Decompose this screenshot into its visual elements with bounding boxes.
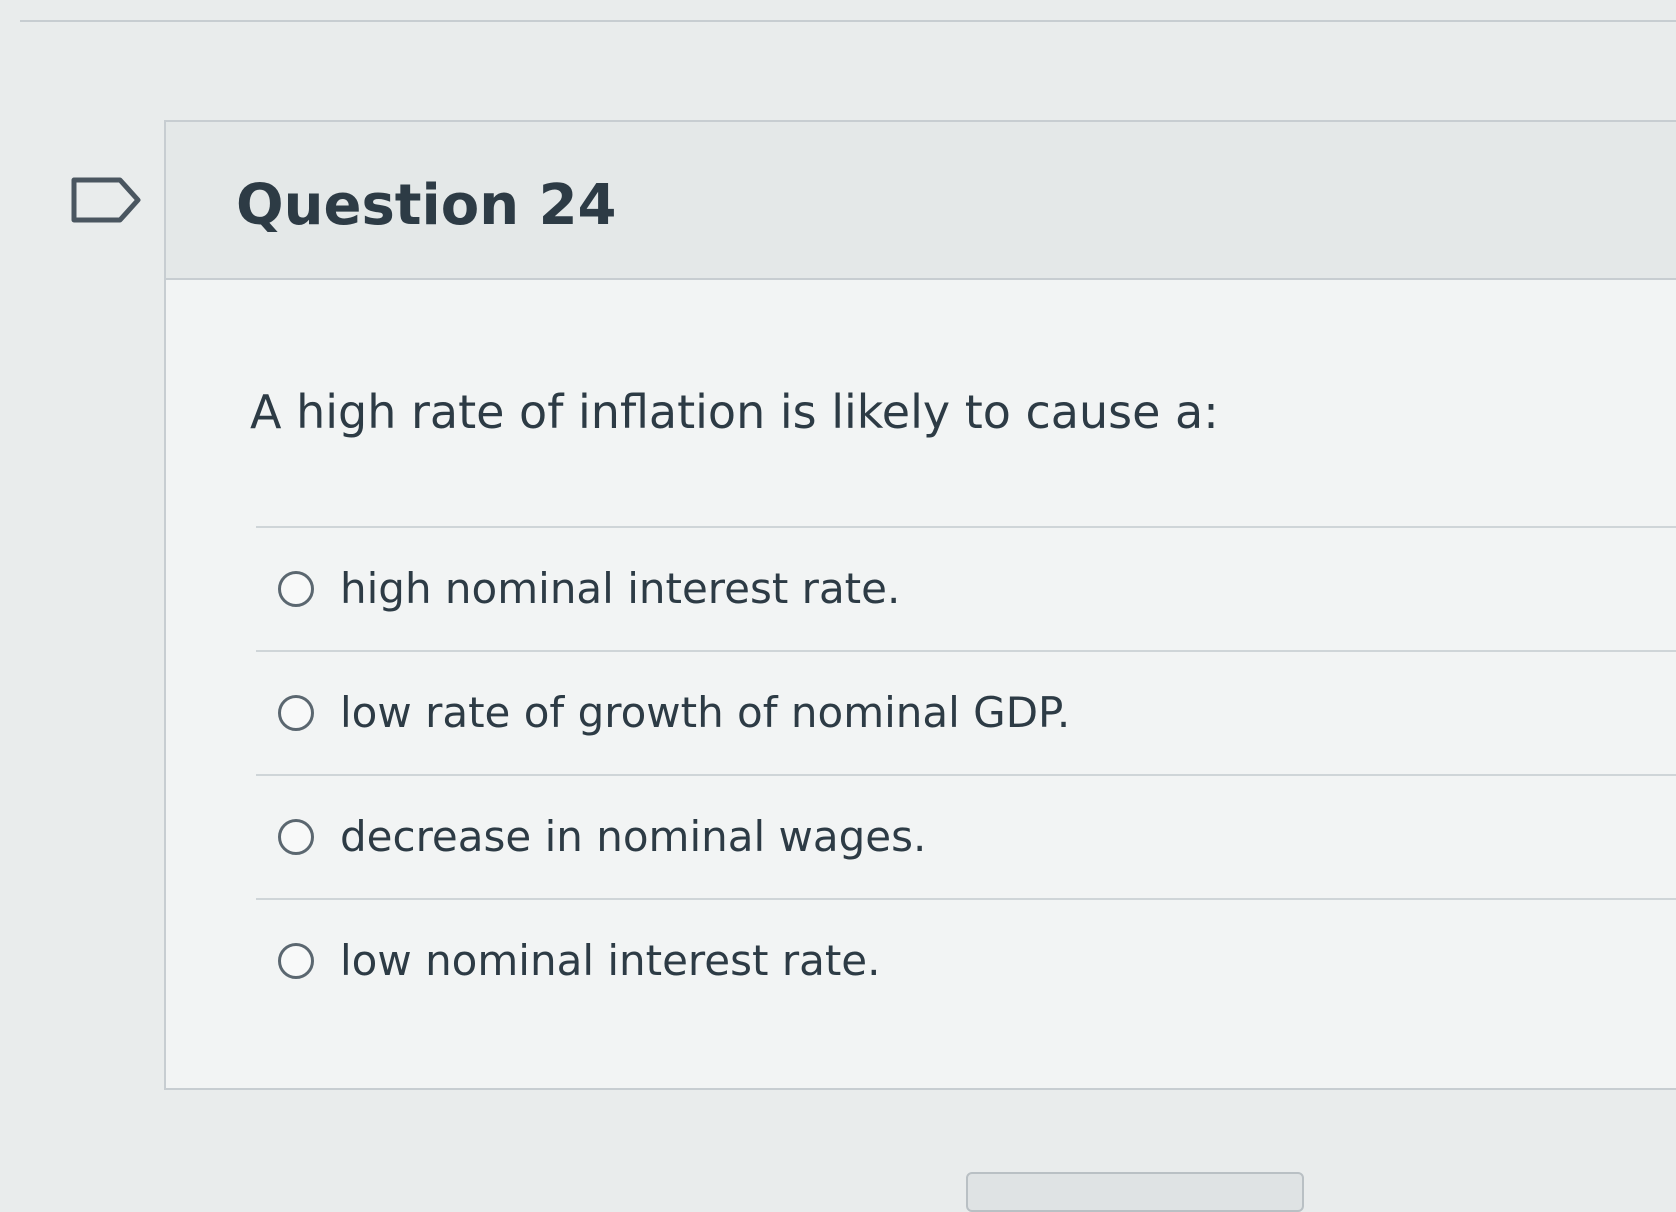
answer-label[interactable]: decrease in nominal wages. [340,809,926,865]
flag-question-icon[interactable] [70,176,142,224]
radio-button[interactable] [278,943,314,979]
flag-outline-icon [71,177,141,223]
radio-button[interactable] [278,819,314,855]
page-top-divider [20,20,1676,22]
answer-label[interactable]: low rate of growth of nominal GDP. [340,685,1070,741]
answer-label[interactable]: high nominal interest rate. [340,561,900,617]
radio-button[interactable] [278,571,314,607]
answer-list: high nominal interest rate. low rate of … [256,526,1676,1022]
question-title: Question 24 [236,173,617,238]
question-header: Question 24 [166,122,1676,280]
radio-button[interactable] [278,695,314,731]
bottom-button[interactable] [966,1172,1304,1212]
answer-option-1[interactable]: high nominal interest rate. [256,528,1676,650]
answer-option-2[interactable]: low rate of growth of nominal GDP. [256,652,1676,774]
question-card: Question 24 A high rate of inflation is … [164,120,1676,1090]
answer-option-3[interactable]: decrease in nominal wages. [256,776,1676,898]
question-prompt: A high rate of inflation is likely to ca… [250,385,1219,439]
answer-label[interactable]: low nominal interest rate. [340,933,880,989]
answer-option-4[interactable]: low nominal interest rate. [256,900,1676,1022]
